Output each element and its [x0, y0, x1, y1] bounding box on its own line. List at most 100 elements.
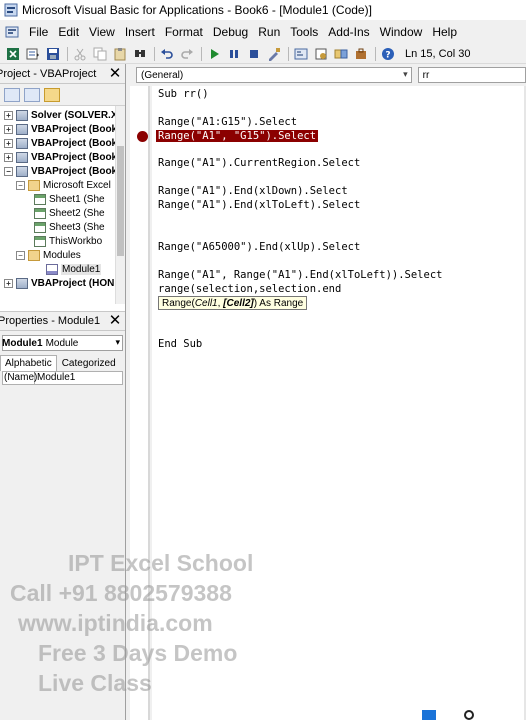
view-code-icon[interactable] [4, 87, 20, 102]
quick-info-tooltip: Range( Cell1 , [Cell2] ) As Range [158, 296, 308, 310]
tree-node-label: Solver (SOLVER.X [31, 109, 118, 121]
toolbar-separator [375, 46, 376, 61]
menu-tools[interactable]: Tools [285, 25, 323, 39]
break-icon[interactable] [225, 46, 243, 62]
chevron-down-icon[interactable]: ▾ [115, 337, 120, 348]
reset-icon[interactable] [245, 46, 263, 62]
project-explorer-icon[interactable] [292, 46, 310, 62]
tree-node[interactable]: + VBAProject (HONI [4, 276, 117, 290]
toolbox-icon[interactable] [352, 46, 370, 62]
run-icon[interactable] [205, 46, 223, 62]
menu-add-ins[interactable]: Add-Ins [323, 25, 374, 39]
tab-alphabetic[interactable]: Alphabetic [0, 355, 57, 371]
tree-node[interactable]: + VBAProject (Book [4, 150, 117, 164]
properties-pane-close-icon[interactable]: ✕ [107, 313, 123, 329]
menu-file[interactable]: File [24, 25, 53, 39]
toggle-folders-icon[interactable] [44, 87, 60, 102]
design-mode-icon[interactable] [265, 46, 283, 62]
chevron-down-icon[interactable]: ▾ [403, 69, 408, 80]
property-row[interactable]: (Name) Module1 [2, 371, 123, 385]
search-icon[interactable] [464, 710, 474, 720]
collapse-icon[interactable]: − [16, 250, 25, 260]
tree-node[interactable]: Sheet3 (She [34, 220, 105, 234]
object-selector[interactable]: Module1 Module ▾ [2, 335, 123, 351]
expand-icon[interactable]: + [4, 278, 13, 288]
paste-icon[interactable] [111, 46, 129, 62]
expand-icon[interactable]: + [4, 124, 13, 134]
code-line[interactable]: End Sub [158, 338, 202, 350]
code-line[interactable]: Range("A1", Range("A1").End(xlToLeft)).S… [158, 269, 442, 281]
cut-icon[interactable] [71, 46, 89, 62]
menu-view[interactable]: View [84, 25, 120, 39]
expand-icon[interactable]: + [4, 110, 13, 120]
tree-node-label: Microsoft Excel [43, 179, 111, 191]
tree-node[interactable]: + VBAProject (Book [4, 122, 117, 136]
vba-menu-icon[interactable] [4, 24, 20, 40]
find-icon[interactable] [131, 46, 149, 62]
project-icon [16, 123, 28, 135]
tree-node-label: Module1 [61, 263, 102, 275]
toolbar-separator [288, 46, 289, 61]
code-editor[interactable]: Sub rr() Range("A1:G15").Select Range("A… [152, 86, 526, 720]
folder-icon [28, 179, 40, 191]
tree-node[interactable]: Module1 [46, 262, 102, 276]
project-pane-header: Project - VBAProject ✕ [0, 64, 125, 84]
procedure-combo[interactable]: rr [417, 67, 526, 83]
copy-icon[interactable] [91, 46, 109, 62]
menu-format[interactable]: Format [160, 25, 208, 39]
collapse-icon[interactable]: − [4, 166, 13, 176]
windows-start-icon[interactable] [422, 710, 436, 720]
tree-node[interactable]: − Modules [16, 248, 81, 262]
menu-help[interactable]: Help [427, 25, 462, 39]
menu-insert[interactable]: Insert [120, 25, 160, 39]
tree-node[interactable]: − Microsoft Excel [16, 178, 111, 192]
project-pane-close-icon[interactable]: ✕ [107, 65, 123, 82]
tree-node[interactable]: Sheet1 (She [34, 192, 105, 206]
tree-node[interactable]: ThisWorkbo [34, 234, 102, 248]
insert-module-icon[interactable] [24, 46, 42, 62]
save-icon[interactable] [44, 46, 62, 62]
tree-node[interactable]: + VBAProject (Book [4, 136, 117, 150]
view-excel-icon[interactable] [4, 46, 22, 62]
breakpoint-code-line[interactable]: Range("A1", "G15").Select [156, 130, 319, 142]
tree-node[interactable]: + Solver (SOLVER.X [4, 108, 118, 122]
tree-node-label: Sheet3 (She [49, 221, 105, 233]
help-icon[interactable]: ? [379, 46, 397, 62]
menu-edit[interactable]: Edit [53, 25, 84, 39]
tree-node[interactable]: Sheet2 (She [34, 206, 105, 220]
project-icon [16, 151, 28, 163]
property-value[interactable]: Module1 [35, 372, 75, 384]
breakpoint-icon[interactable] [137, 131, 148, 142]
tree-scrollbar[interactable] [115, 106, 125, 304]
cursor-position: Ln 15, Col 30 [405, 47, 471, 60]
code-line[interactable]: Range("A1:G15").Select [158, 116, 297, 128]
expand-icon[interactable]: + [4, 138, 13, 148]
scrollbar-thumb[interactable] [117, 146, 124, 256]
object-combo[interactable]: (General) ▾ [136, 67, 412, 83]
redo-icon[interactable] [178, 46, 196, 62]
code-line[interactable]: Range("A65000").End(xlUp).Select [158, 241, 360, 253]
project-pane-toolbar [0, 84, 125, 106]
code-line[interactable]: Range("A1").End(xlToLeft).Select [158, 199, 360, 211]
code-line[interactable]: Sub rr() [158, 88, 209, 100]
tree-node[interactable]: − VBAProject (Book [4, 164, 117, 178]
menu-debug[interactable]: Debug [208, 25, 253, 39]
menu-run[interactable]: Run [253, 25, 285, 39]
code-line[interactable]: Range("A1").End(xlDown).Select [158, 185, 348, 197]
properties-window-icon[interactable] [312, 46, 330, 62]
menu-window[interactable]: Window [375, 25, 428, 39]
undo-icon[interactable] [158, 46, 176, 62]
code-line[interactable]: Range("A1").CurrentRegion.Select [158, 157, 360, 169]
code-margin[interactable] [130, 86, 150, 720]
code-line-current[interactable]: range(selection,selection.end [158, 283, 341, 295]
project-tree: + Solver (SOLVER.X + VBAProject (Book + VBA… [0, 106, 125, 304]
tree-node-label: Modules [43, 249, 81, 261]
collapse-icon[interactable]: − [16, 180, 25, 190]
expand-icon[interactable]: + [4, 152, 13, 162]
tree-node-label: VBAProject (HONI [31, 277, 118, 289]
worksheet-icon [34, 193, 46, 205]
object-browser-icon[interactable] [332, 46, 350, 62]
tab-categorized[interactable]: Categorized [56, 355, 121, 371]
worksheet-icon [34, 221, 46, 233]
view-object-icon[interactable] [24, 87, 40, 102]
